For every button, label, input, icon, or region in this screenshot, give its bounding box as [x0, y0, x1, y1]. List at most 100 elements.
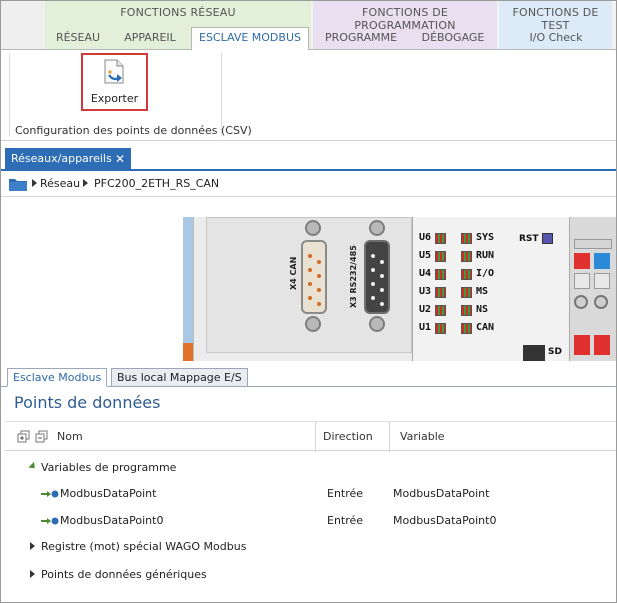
tree-group-row[interactable]: Registre (mot) spécial WAGO Modbus — [5, 536, 616, 558]
led-panel: U6 SYS U5 RUN U4 I/O U3 MS U2 NS U1 CAN … — [412, 217, 570, 361]
tab-esclave-modbus-lower[interactable]: Esclave Modbus — [7, 368, 108, 387]
expand-icon[interactable] — [28, 461, 38, 472]
ribbon-divider — [9, 53, 10, 137]
breadcrumb: Réseau PFC200_2ETH_RS_CAN — [1, 173, 616, 197]
led-label: U1 — [419, 322, 432, 333]
terminal-block-red — [574, 253, 590, 269]
led-indicator — [461, 287, 472, 298]
expand-icon[interactable] — [30, 542, 35, 550]
terminal-panel — [570, 217, 616, 361]
led-label: U5 — [419, 250, 432, 261]
led-indicator — [461, 233, 472, 244]
terminal-clamp — [574, 295, 588, 309]
column-header-variable[interactable]: Variable — [400, 430, 445, 443]
doc-tab-label: Réseaux/appareils — [11, 152, 112, 165]
group-label: Registre (mot) spécial WAGO Modbus — [41, 540, 247, 553]
section-title: Points de données — [14, 393, 161, 412]
pin — [371, 254, 375, 258]
led-label: U6 — [419, 232, 432, 243]
breadcrumb-item-reseau[interactable]: Réseau — [40, 177, 80, 190]
led-label: U3 — [419, 286, 432, 297]
datapoint-name: ModbusDataPoint — [60, 487, 157, 500]
close-icon[interactable]: ✕ — [115, 148, 125, 170]
datapoint-name: ModbusDataPoint0 — [60, 514, 164, 527]
column-header-direction[interactable]: Direction — [323, 430, 373, 443]
led-indicator — [435, 287, 446, 298]
screw-icon — [305, 220, 321, 236]
led-indicator — [435, 323, 446, 334]
terminal-block-red — [574, 335, 590, 355]
device-side-strip-orange — [183, 343, 193, 361]
datapoint-direction: Entrée — [327, 487, 364, 500]
pin — [308, 268, 312, 272]
reset-label: RST — [519, 234, 539, 244]
terminal-block-blue — [594, 253, 610, 269]
tree-group-row[interactable]: Points de données génériques — [5, 564, 616, 586]
pin — [317, 288, 321, 292]
tab-reseaux-appareils[interactable]: Réseaux/appareils ✕ — [5, 148, 131, 171]
lower-tabbar: Esclave Modbus Bus local Mappage E/S — [1, 365, 616, 387]
ribbon-group-title: FONCTIONS RÉSEAU — [120, 6, 236, 19]
tab-appareil[interactable]: APPAREIL — [113, 28, 187, 49]
screw-icon — [369, 316, 385, 332]
screw-icon — [369, 220, 385, 236]
folder-icon[interactable] — [9, 178, 27, 191]
chevron-right-icon[interactable] — [32, 179, 37, 187]
column-divider[interactable] — [389, 422, 390, 452]
pin — [380, 288, 384, 292]
group-label: Points de données génériques — [41, 568, 207, 581]
device-image[interactable]: X4 CAN X3 RS232/485 U6 SYS U5 RUN U4 I/O… — [5, 199, 616, 361]
terminal-header — [574, 239, 612, 249]
connector-label-x3: X3 RS232/485 — [349, 245, 358, 308]
tab-programme[interactable]: PROGRAMME — [315, 28, 407, 49]
connector-panel: X4 CAN X3 RS232/485 — [206, 217, 412, 353]
led-indicator — [435, 251, 446, 262]
column-header-nom[interactable]: Nom — [57, 430, 83, 443]
pin — [308, 254, 312, 258]
led-label: MS — [476, 286, 489, 297]
pin — [371, 296, 375, 300]
tab-reseau[interactable]: RÉSEAU — [53, 28, 103, 49]
led-label: CAN — [476, 322, 495, 333]
column-divider[interactable] — [315, 422, 316, 452]
tree-group-row[interactable]: Variables de programme — [5, 457, 616, 479]
led-indicator — [435, 233, 446, 244]
table-row[interactable]: ModbusDataPoint0 Entrée ModbusDataPoint0 — [5, 510, 616, 532]
document-tabbar: Réseaux/appareils ✕ — [1, 145, 616, 171]
tab-io-check[interactable]: I/O Check — [501, 28, 611, 49]
terminal-clamp — [594, 295, 608, 309]
led-indicator — [461, 251, 472, 262]
pin — [308, 282, 312, 286]
datapoint-variable: ModbusDataPoint0 — [393, 514, 497, 527]
tab-debogage[interactable]: DÉBOGAGE — [411, 28, 495, 49]
pin — [317, 274, 321, 278]
expand-icon[interactable] — [30, 570, 35, 578]
expand-collapse-icon[interactable] — [17, 430, 49, 443]
led-label: U4 — [419, 268, 432, 279]
pin — [317, 302, 321, 306]
breadcrumb-item-device[interactable]: PFC200_2ETH_RS_CAN — [94, 177, 219, 190]
tab-esclave-modbus[interactable]: ESCLAVE MODBUS — [191, 27, 309, 50]
tab-bus-local-mappage[interactable]: Bus local Mappage E/S — [111, 368, 248, 387]
sd-label: SD — [548, 347, 562, 357]
export-document-icon — [104, 59, 124, 84]
export-button[interactable]: Exporter — [81, 53, 148, 111]
input-datapoint-icon — [41, 517, 59, 525]
device-side-strip — [183, 217, 193, 361]
pin — [371, 268, 375, 272]
datapoint-direction: Entrée — [327, 514, 364, 527]
chevron-right-icon[interactable] — [83, 179, 88, 187]
app-window: FONCTIONS RÉSEAU FONCTIONS DE PROGRAMMAT… — [0, 0, 617, 603]
rs232-connector — [364, 240, 390, 314]
reset-button[interactable] — [542, 233, 553, 244]
pin — [371, 282, 375, 286]
device-body: X4 CAN X3 RS232/485 U6 SYS U5 RUN U4 I/O… — [193, 217, 616, 361]
led-label: SYS — [476, 232, 495, 243]
table-row[interactable]: ModbusDataPoint Entrée ModbusDataPoint — [5, 483, 616, 505]
pin — [380, 274, 384, 278]
led-indicator — [435, 305, 446, 316]
pin — [380, 260, 384, 264]
pin — [380, 302, 384, 306]
led-label: I/O — [476, 268, 495, 279]
ribbon-left-strip — [1, 1, 45, 49]
